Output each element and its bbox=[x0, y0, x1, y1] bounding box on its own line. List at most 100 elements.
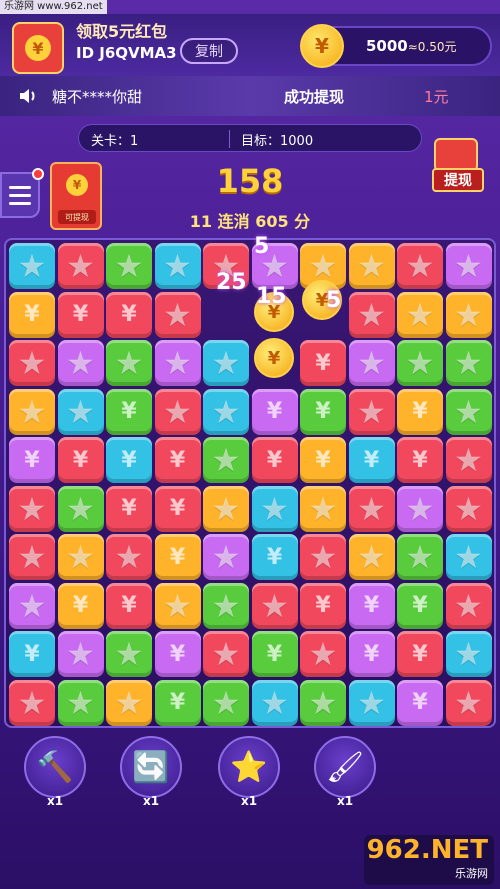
red-yen-tile[interactable]: ¥ bbox=[154, 485, 201, 532]
red-star-tile[interactable]: ★ bbox=[154, 291, 201, 338]
purple-yen-tile[interactable]: ¥ bbox=[251, 388, 298, 435]
red-yen-tile[interactable]: ¥ bbox=[397, 437, 443, 483]
blue-star-tile[interactable]: ★ bbox=[154, 243, 201, 289]
paint-brush-tool[interactable]: 🖌 bbox=[314, 736, 376, 798]
red-yen-tile[interactable]: ¥ bbox=[106, 582, 152, 629]
red-star-tile[interactable]: ★ bbox=[9, 340, 55, 386]
red-star-tile[interactable]: ★ bbox=[106, 534, 152, 580]
magic-wand-tool[interactable]: ⭐ bbox=[218, 736, 280, 798]
green-yen-tile[interactable]: ¥ bbox=[397, 582, 443, 629]
green-star-tile[interactable]: ★ bbox=[397, 340, 443, 386]
blue-star-tile[interactable]: ★ bbox=[251, 679, 298, 726]
red-star-tile[interactable]: ★ bbox=[348, 485, 395, 532]
blue-yen-tile[interactable]: ¥ bbox=[106, 437, 152, 483]
green-star-tile[interactable]: ★ bbox=[203, 582, 249, 629]
yellow-star-tile[interactable]: ★ bbox=[154, 582, 201, 629]
blue-star-tile[interactable]: ★ bbox=[445, 534, 492, 580]
yellow-yen-tile[interactable]: ¥ bbox=[57, 582, 104, 629]
redpack-button[interactable]: ¥ bbox=[12, 22, 64, 74]
blue-star-tile[interactable]: ★ bbox=[251, 485, 298, 532]
purple-yen-tile[interactable]: ¥ bbox=[348, 582, 395, 629]
green-star-tile[interactable]: ★ bbox=[445, 388, 492, 435]
red-yen-tile[interactable]: ¥ bbox=[397, 631, 443, 677]
yellow-star-tile[interactable]: ★ bbox=[57, 534, 104, 580]
green-star-tile[interactable]: ★ bbox=[106, 340, 152, 386]
green-star-tile[interactable]: ★ bbox=[106, 631, 152, 677]
green-star-tile[interactable]: ★ bbox=[57, 679, 104, 726]
red-star-tile[interactable]: ★ bbox=[9, 485, 55, 532]
red-star-tile[interactable]: ★ bbox=[445, 437, 492, 483]
purple-star-tile[interactable]: ★ bbox=[203, 534, 249, 580]
red-star-tile[interactable]: ★ bbox=[203, 631, 249, 677]
purple-star-tile[interactable]: ★ bbox=[57, 340, 104, 386]
green-yen-tile[interactable]: ¥ bbox=[154, 679, 201, 726]
blue-star-tile[interactable]: ★ bbox=[348, 679, 395, 726]
yellow-star-tile[interactable]: ★ bbox=[348, 534, 395, 580]
purple-star-tile[interactable]: ★ bbox=[9, 582, 55, 629]
green-star-tile[interactable]: ★ bbox=[106, 243, 152, 289]
green-star-tile[interactable]: ★ bbox=[57, 485, 104, 532]
red-star-tile[interactable]: ★ bbox=[445, 679, 492, 726]
yellow-star-tile[interactable]: ★ bbox=[300, 485, 346, 532]
purple-star-tile[interactable]: ★ bbox=[348, 340, 395, 386]
purple-star-tile[interactable]: ★ bbox=[57, 631, 104, 677]
red-yen-tile[interactable]: ¥ bbox=[300, 340, 346, 386]
red-star-tile[interactable]: ★ bbox=[300, 631, 346, 677]
purple-star-tile[interactable]: ★ bbox=[445, 243, 492, 289]
red-star-tile[interactable]: ★ bbox=[154, 388, 201, 435]
blue-star-tile[interactable]: ★ bbox=[57, 388, 104, 435]
yellow-yen-tile[interactable]: ¥ bbox=[300, 437, 346, 483]
yellow-yen-tile[interactable]: ¥ bbox=[9, 291, 55, 338]
red-yen-tile[interactable]: ¥ bbox=[251, 437, 298, 483]
red-yen-tile[interactable]: ¥ bbox=[57, 291, 104, 338]
green-star-tile[interactable]: ★ bbox=[300, 679, 346, 726]
red-star-tile[interactable]: ★ bbox=[445, 582, 492, 629]
purple-yen-tile[interactable]: ¥ bbox=[9, 437, 55, 483]
blue-star-tile[interactable]: ★ bbox=[203, 388, 249, 435]
copy-button[interactable]: 复制 bbox=[180, 38, 238, 64]
purple-star-tile[interactable]: ★ bbox=[397, 485, 443, 532]
green-yen-tile[interactable]: ¥ bbox=[106, 388, 152, 435]
red-yen-tile[interactable]: ¥ bbox=[154, 437, 201, 483]
yellow-star-tile[interactable]: ★ bbox=[397, 291, 443, 338]
yellow-star-tile[interactable]: ★ bbox=[445, 291, 492, 338]
red-yen-tile[interactable]: ¥ bbox=[57, 437, 104, 483]
blue-yen-tile[interactable]: ¥ bbox=[348, 437, 395, 483]
green-star-tile[interactable]: ★ bbox=[397, 534, 443, 580]
red-yen-tile[interactable]: ¥ bbox=[300, 582, 346, 629]
hammer-tool[interactable]: 🔨 bbox=[24, 736, 86, 798]
yellow-yen-tile[interactable]: ¥ bbox=[397, 388, 443, 435]
red-star-tile[interactable]: ★ bbox=[300, 534, 346, 580]
purple-star-tile[interactable]: ★ bbox=[154, 340, 201, 386]
blue-star-tile[interactable]: ★ bbox=[9, 243, 55, 289]
yellow-star-tile[interactable]: ★ bbox=[348, 243, 395, 289]
yellow-yen-tile[interactable]: ¥ bbox=[154, 534, 201, 580]
coin-balance-pill[interactable]: ¥ 5000≈0.50元 bbox=[300, 24, 492, 68]
purple-yen-tile[interactable]: ¥ bbox=[348, 631, 395, 677]
refresh-tool[interactable]: 🔄 bbox=[120, 736, 182, 798]
blue-yen-tile[interactable]: ¥ bbox=[9, 631, 55, 677]
yellow-star-tile[interactable]: ★ bbox=[106, 679, 152, 726]
red-star-tile[interactable]: ★ bbox=[9, 534, 55, 580]
red-star-tile[interactable]: ★ bbox=[251, 582, 298, 629]
blue-star-tile[interactable]: ★ bbox=[203, 340, 249, 386]
red-star-tile[interactable]: ★ bbox=[348, 388, 395, 435]
yellow-star-tile[interactable]: ★ bbox=[9, 388, 55, 435]
red-star-tile[interactable]: ★ bbox=[397, 243, 443, 289]
red-star-tile[interactable]: ★ bbox=[9, 679, 55, 726]
red-star-tile[interactable]: ★ bbox=[57, 243, 104, 289]
redpack-title[interactable]: 领取5元红包 bbox=[76, 18, 167, 42]
green-yen-tile[interactable]: ¥ bbox=[251, 631, 298, 677]
blue-yen-tile[interactable]: ¥ bbox=[251, 534, 298, 580]
purple-yen-tile[interactable]: ¥ bbox=[154, 631, 201, 677]
purple-yen-tile[interactable]: ¥ bbox=[397, 679, 443, 726]
green-star-tile[interactable]: ★ bbox=[203, 679, 249, 726]
green-yen-tile[interactable]: ¥ bbox=[300, 388, 346, 435]
green-star-tile[interactable]: ★ bbox=[445, 340, 492, 386]
red-yen-tile[interactable]: ¥ bbox=[106, 485, 152, 532]
red-star-tile[interactable]: ★ bbox=[348, 291, 395, 338]
yellow-star-tile[interactable]: ★ bbox=[203, 485, 249, 532]
green-star-tile[interactable]: ★ bbox=[203, 437, 249, 483]
red-yen-tile[interactable]: ¥ bbox=[106, 291, 152, 338]
blue-star-tile[interactable]: ★ bbox=[445, 631, 492, 677]
